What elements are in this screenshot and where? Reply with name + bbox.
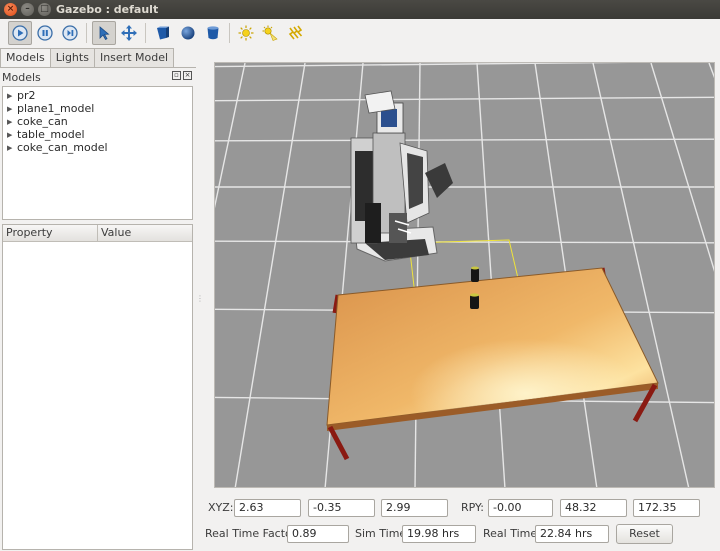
expand-arrow-icon[interactable]: ▶ — [3, 131, 17, 139]
panel-splitter[interactable]: ⋮ — [196, 294, 204, 303]
spot-light-icon — [262, 25, 278, 41]
box-icon — [157, 26, 169, 40]
sim-time-field: 19.98 hrs — [402, 525, 476, 543]
expand-arrow-icon[interactable]: ▶ — [3, 144, 17, 152]
time-bar: Real Time Factor: 0.89 Sim Time: 19.98 h… — [0, 524, 720, 544]
property-column-header[interactable]: Property — [3, 225, 98, 241]
expand-arrow-icon[interactable]: ▶ — [3, 118, 17, 126]
move-arrows-icon — [121, 25, 137, 41]
step-icon — [62, 25, 78, 41]
real-time-field: 22.84 hrs — [535, 525, 609, 543]
tab-models[interactable]: Models — [0, 48, 51, 68]
point-light-icon — [238, 25, 254, 41]
maximize-window-button[interactable]: □ — [38, 3, 51, 16]
real-time-label: Real Time: — [483, 527, 541, 540]
window-controls: × – □ — [4, 3, 51, 16]
tab-insert-model[interactable]: Insert Model — [93, 48, 175, 67]
real-time-factor-field: 0.89 — [287, 525, 349, 543]
expand-arrow-icon[interactable]: ▶ — [3, 92, 17, 100]
pose-z-field[interactable]: 2.99 — [381, 499, 448, 517]
pose-bar: XYZ: 2.63 -0.35 2.99 RPY: -0.00 48.32 17… — [0, 498, 720, 518]
directional-light-icon — [288, 25, 303, 40]
real-time-factor-label: Real Time Factor: — [205, 527, 300, 540]
tree-item-table-model[interactable]: ▶ table_model — [3, 128, 192, 141]
models-header-buttons: ▫ × — [172, 71, 192, 80]
left-panel: Models ▫ × ▶ pr2 ▶ plane1_model ▶ coke_can … — [0, 67, 196, 551]
models-header: Models — [2, 71, 41, 84]
toolbar-separator — [145, 23, 146, 43]
pause-icon — [37, 25, 53, 41]
ground-plane — [215, 63, 714, 487]
3d-viewport[interactable] — [214, 62, 715, 488]
play-button[interactable] — [8, 21, 32, 45]
tree-item-label: plane1_model — [17, 102, 95, 115]
rpy-label: RPY: — [461, 501, 484, 514]
pose-roll-field[interactable]: -0.00 — [488, 499, 553, 517]
tree-item-label: coke_can — [17, 115, 68, 128]
directional-light-button[interactable] — [283, 21, 307, 45]
value-column-header[interactable]: Value — [98, 225, 131, 241]
point-light-button[interactable] — [234, 21, 258, 45]
xyz-label: XYZ: — [208, 501, 234, 514]
title-bar: × – □ Gazebo : default — [0, 0, 720, 19]
property-table-header: Property Value — [3, 225, 192, 242]
tree-item-label: coke_can_model — [17, 141, 108, 154]
select-mode-button[interactable] — [92, 21, 116, 45]
sphere-icon — [181, 26, 195, 40]
arrow-cursor-icon — [99, 26, 110, 41]
coke-can[interactable] — [470, 293, 479, 309]
cylinder-icon — [207, 26, 219, 40]
left-panel-tabs: Models Lights Insert Model — [0, 48, 175, 68]
tree-item-label: table_model — [17, 128, 85, 141]
expand-arrow-icon[interactable]: ▶ — [3, 105, 17, 113]
models-tree: ▶ pr2 ▶ plane1_model ▶ coke_can ▶ table_mode… — [2, 86, 193, 220]
tree-item-coke-can-model[interactable]: ▶ coke_can_model — [3, 141, 192, 154]
pose-x-field[interactable]: 2.63 — [234, 499, 301, 517]
pause-button[interactable] — [33, 21, 57, 45]
close-window-button[interactable]: × — [4, 3, 17, 16]
minimize-window-button[interactable]: – — [21, 3, 34, 16]
cylinder-shape-button[interactable] — [201, 21, 225, 45]
close-panel-button[interactable]: × — [183, 71, 192, 80]
tab-lights[interactable]: Lights — [49, 48, 95, 67]
scene-render — [215, 63, 714, 487]
tree-item-pr2[interactable]: ▶ pr2 — [3, 89, 192, 102]
tree-item-coke-can[interactable]: ▶ coke_can — [3, 115, 192, 128]
play-icon — [12, 25, 28, 41]
float-panel-button[interactable]: ▫ — [172, 71, 181, 80]
sphere-shape-button[interactable] — [176, 21, 200, 45]
window-title: Gazebo : default — [56, 3, 159, 16]
pose-y-field[interactable]: -0.35 — [308, 499, 375, 517]
toolbar-separator — [229, 23, 230, 43]
pose-pitch-field[interactable]: 48.32 — [560, 499, 627, 517]
spot-light-button[interactable] — [258, 21, 282, 45]
translate-mode-button[interactable] — [117, 21, 141, 45]
toolbar-separator — [86, 23, 87, 43]
reset-button[interactable]: Reset — [616, 524, 673, 544]
box-shape-button[interactable] — [151, 21, 175, 45]
tree-item-plane1-model[interactable]: ▶ plane1_model — [3, 102, 192, 115]
coke-can-model[interactable] — [471, 266, 479, 283]
step-button[interactable] — [58, 21, 82, 45]
toolbar — [0, 19, 720, 46]
tree-item-label: pr2 — [17, 89, 36, 102]
pose-yaw-field[interactable]: 172.35 — [633, 499, 700, 517]
